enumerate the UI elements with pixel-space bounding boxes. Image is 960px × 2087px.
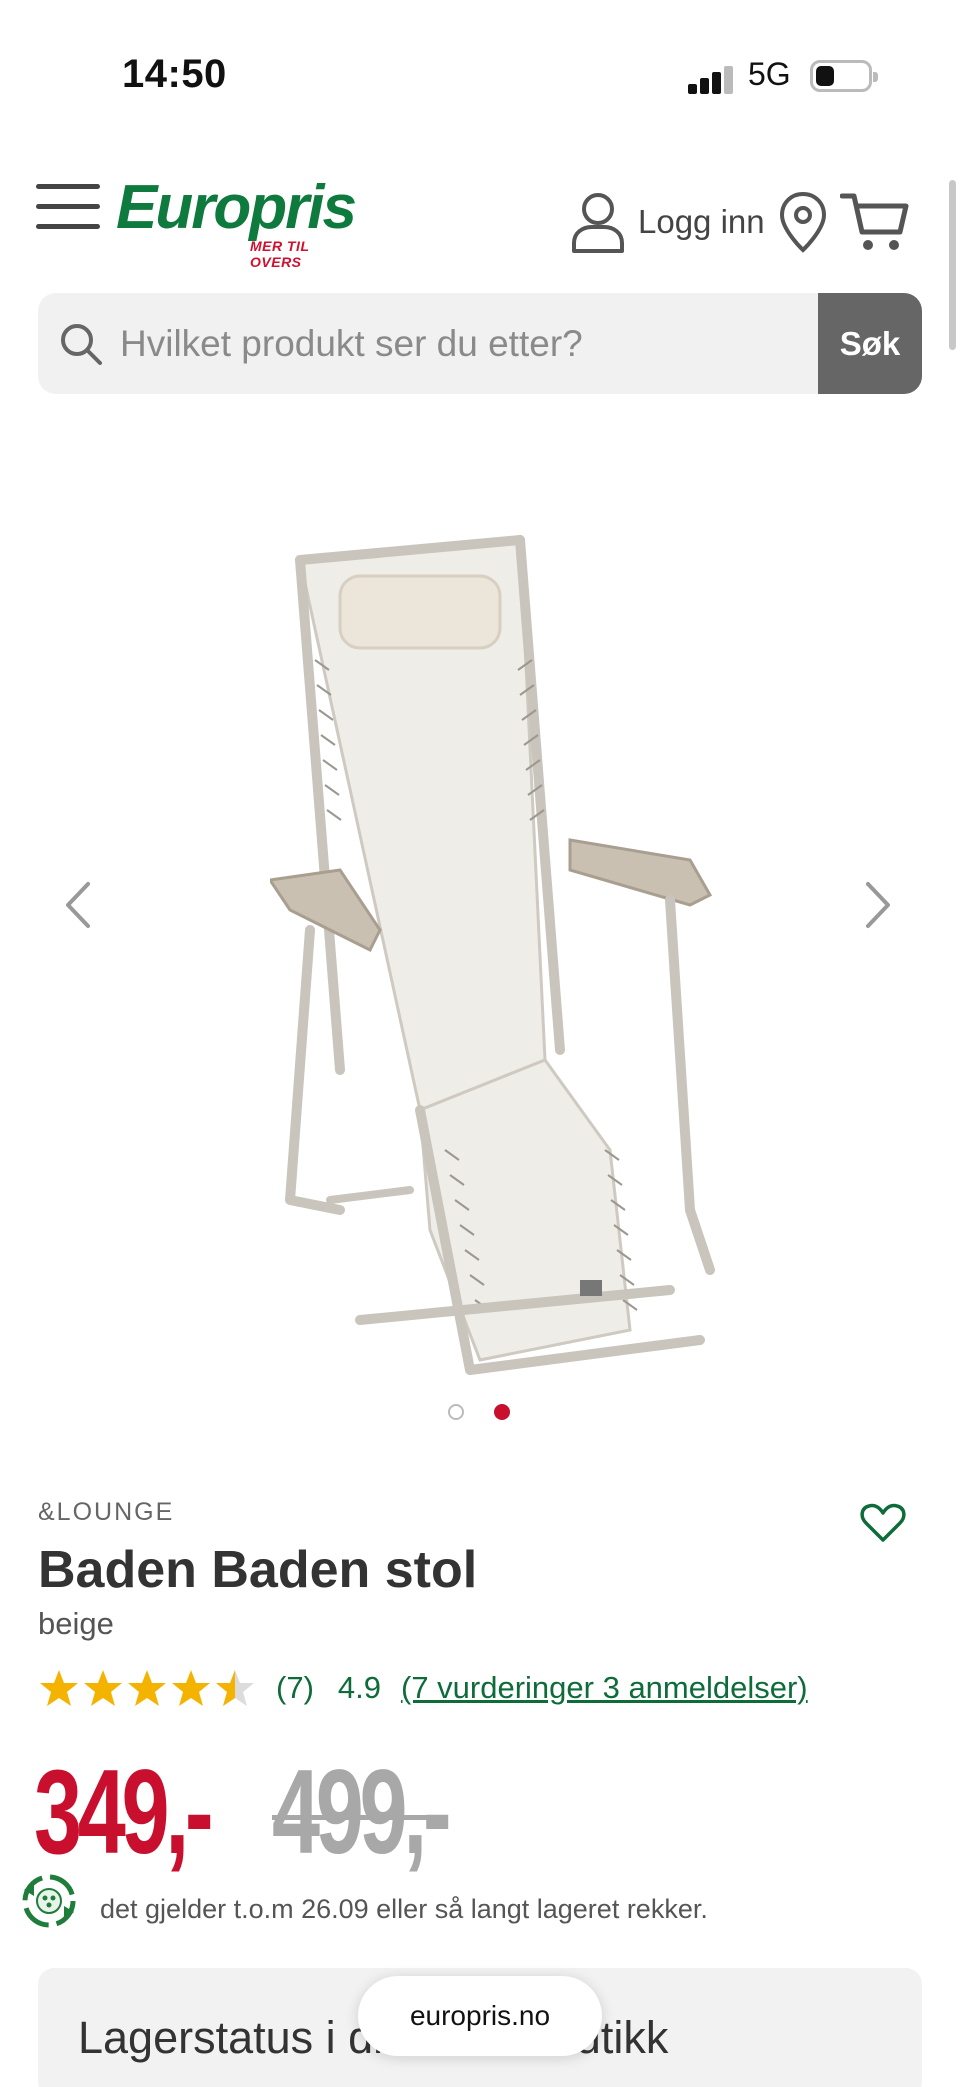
search-button[interactable]: Søk (818, 293, 922, 394)
search-bar: Søk (38, 293, 922, 394)
login-button[interactable]: Logg inn (570, 190, 765, 254)
browser-url-pill[interactable]: europris.no (358, 1976, 602, 2056)
store-location-icon[interactable] (776, 190, 830, 254)
previous-image-arrow[interactable] (50, 870, 110, 940)
rating-count: (7) (276, 1670, 314, 1705)
product-image (270, 535, 715, 1375)
star-icon (40, 1670, 78, 1706)
search-input[interactable] (120, 293, 840, 394)
star-icon (128, 1670, 166, 1706)
battery-icon (810, 60, 878, 92)
product-title: Baden Baden stol (38, 1541, 478, 1599)
logo-word: Europris (116, 173, 357, 242)
offer-text: det gjelder t.o.m 26.09 eller så langt l… (100, 1894, 708, 1924)
star-icon (172, 1670, 210, 1706)
original-price: 499,- (272, 1745, 452, 1879)
cart-icon[interactable] (840, 190, 910, 254)
menu-icon[interactable] (36, 184, 100, 230)
logo-tagline: MER TIL OVERS (250, 238, 310, 270)
search-icon (61, 324, 102, 365)
recycle-icon (22, 1874, 76, 1928)
status-bar: 14:50 5G (0, 0, 960, 130)
europris-logo[interactable]: Europris MER TIL OVERS (116, 173, 357, 271)
rating-stars (38, 1667, 256, 1709)
rating-score: 4.9 (337, 1670, 381, 1705)
product-rating: (7) 4.9 (7 vurderinger 3 anmeldelser) (38, 1664, 808, 1712)
user-icon (572, 193, 624, 253)
heart-icon[interactable] (860, 1502, 906, 1544)
product-variant: beige (38, 1606, 114, 1641)
gallery-pagination (448, 1402, 514, 1422)
next-image-arrow[interactable] (846, 870, 906, 940)
signal-icon (688, 64, 734, 94)
reviews-link[interactable]: (7 vurderinger 3 anmeldelser) (401, 1670, 808, 1706)
scrollbar[interactable] (949, 180, 956, 350)
product-gallery (0, 430, 960, 1430)
current-price: 349,- (34, 1745, 214, 1879)
product-brand[interactable]: &LOUNGE (38, 1498, 174, 1527)
login-label: Logg inn (638, 203, 765, 240)
url-text: europris.no (409, 2000, 551, 2031)
gallery-dot-1[interactable] (448, 1404, 464, 1420)
status-time: 14:50 (122, 52, 227, 96)
gallery-dot-2[interactable] (494, 1404, 510, 1420)
network-label: 5G (748, 56, 791, 92)
star-icon (84, 1670, 122, 1706)
half-star-icon (216, 1670, 254, 1706)
